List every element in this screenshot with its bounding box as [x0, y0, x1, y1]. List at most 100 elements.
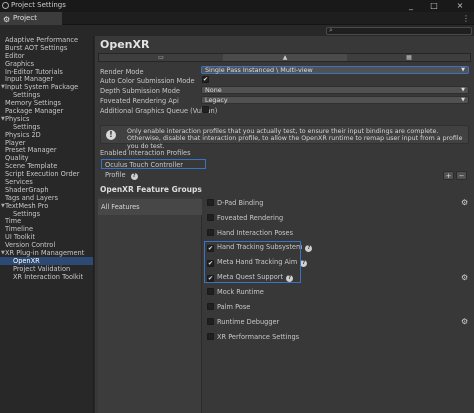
- sidebar-item-label: Version Control: [5, 241, 56, 250]
- feature-checkbox[interactable]: [207, 333, 214, 341]
- sidebar-item-in-editor-tutorials[interactable]: In-Editor Tutorials: [0, 68, 93, 76]
- sidebar-item-memory-settings[interactable]: Memory Settings: [0, 99, 93, 107]
- sidebar-item-script-execution-order[interactable]: Script Execution Order: [0, 170, 93, 178]
- sidebar-item-xr-plug-in-management[interactable]: ▼ XR Plug-in Management: [0, 249, 93, 257]
- chevron-down-icon: ▼: [461, 97, 465, 103]
- sidebar-item-label: Project Validation: [13, 264, 71, 273]
- depth-submission-value: None: [205, 86, 222, 94]
- platform-tabs: ▭ ▲ ▦: [98, 53, 471, 62]
- graphics-queue-label: Additional Graphics Queue (Vulkan): [100, 107, 218, 115]
- sidebar-item-label: Tags and Layers: [5, 193, 59, 202]
- sidebar-item-label: Adaptive Performance: [5, 36, 79, 44]
- maximize-button[interactable]: □: [425, 0, 443, 12]
- sidebar-item-ui-toolkit[interactable]: UI Toolkit: [0, 233, 93, 241]
- sidebar-item-label: Editor: [5, 51, 25, 60]
- feature-settings-gear-icon[interactable]: ⚙: [461, 317, 468, 326]
- help-icon[interactable]: ?: [300, 259, 308, 267]
- sidebar-item-scene-template[interactable]: Scene Template: [0, 162, 93, 170]
- sidebar-item-settings[interactable]: Settings: [0, 91, 93, 99]
- expand-arrow-icon[interactable]: ▼: [1, 202, 5, 210]
- sidebar-item-adaptive-performance[interactable]: Adaptive Performance: [0, 36, 93, 44]
- feature-label: Runtime Debugger: [217, 318, 280, 327]
- sidebar-item-shadergraph[interactable]: ShaderGraph: [0, 186, 93, 194]
- sidebar-item-editor[interactable]: Editor: [0, 52, 93, 60]
- page-title: OpenXR: [100, 38, 150, 51]
- sidebar-item-label: Physics: [5, 114, 30, 123]
- expand-arrow-icon[interactable]: ▼: [1, 115, 5, 123]
- platform-tab-android[interactable]: ▲: [223, 54, 347, 61]
- help-icon[interactable]: ?: [130, 173, 138, 180]
- sidebar-item-preset-manager[interactable]: Preset Manager: [0, 146, 93, 154]
- feature-checkbox[interactable]: [207, 318, 214, 326]
- sidebar-item-openxr[interactable]: OpenXR: [0, 256, 93, 265]
- feature-row-foveated-rendering: Foveated Rendering: [207, 213, 283, 222]
- sidebar-item-version-control[interactable]: Version Control: [0, 241, 93, 249]
- sidebar-item-settings[interactable]: Settings: [0, 123, 93, 131]
- feature-row-hand-interaction-poses: Hand Interaction Poses: [207, 228, 293, 237]
- search-input[interactable]: [336, 28, 466, 34]
- feature-group-all[interactable]: All Features: [98, 199, 202, 215]
- add-profile-button[interactable]: +: [443, 171, 454, 180]
- sidebar-item-quality[interactable]: Quality: [0, 154, 93, 162]
- graphics-queue-checkbox[interactable]: [202, 106, 209, 113]
- window-title: Project Settings: [11, 1, 66, 9]
- highlight-box: [204, 241, 301, 283]
- interaction-profile-label: Oculus Touch Controller Profile: [105, 161, 183, 179]
- search-box[interactable]: ⌕: [326, 26, 472, 35]
- expand-arrow-icon[interactable]: ▼: [1, 83, 5, 91]
- render-mode-dropdown[interactable]: Single Pass Instanced \ Multi-view ▼: [201, 66, 469, 74]
- sidebar-item-label: Script Execution Order: [5, 170, 80, 179]
- remove-profile-button[interactable]: −: [456, 171, 467, 180]
- sidebar-item-input-manager[interactable]: Input Manager: [0, 75, 93, 83]
- auto-color-submission-checkbox[interactable]: ✔: [202, 76, 209, 83]
- sidebar-item-textmesh-pro[interactable]: ▼ TextMesh Pro: [0, 202, 93, 210]
- depth-submission-dropdown[interactable]: None ▼: [201, 86, 469, 94]
- sidebar-item-physics[interactable]: ▼ Physics: [0, 115, 93, 123]
- sidebar-item-physics-2d[interactable]: Physics 2D: [0, 131, 93, 139]
- feature-settings-gear-icon[interactable]: ⚙: [461, 198, 468, 207]
- feature-checkbox[interactable]: [207, 288, 214, 296]
- feature-checkbox[interactable]: [207, 213, 214, 221]
- expand-arrow-icon[interactable]: ▼: [1, 249, 5, 257]
- feature-row-mock-runtime: Mock Runtime: [207, 287, 264, 296]
- feature-groups-list: All Features: [98, 197, 202, 413]
- feature-settings-gear-icon[interactable]: ⚙: [461, 273, 468, 282]
- sidebar-item-input-system-package[interactable]: ▼ Input System Package: [0, 83, 93, 91]
- render-mode-label: Render Mode: [100, 68, 144, 76]
- tab-project-settings[interactable]: ⚙ Project Settings: [0, 12, 62, 35]
- close-button[interactable]: ×: [451, 0, 469, 12]
- sidebar-item-project-validation[interactable]: Project Validation: [0, 265, 93, 273]
- sidebar-item-burst-aot-settings[interactable]: Burst AOT Settings: [0, 44, 93, 52]
- sidebar-item-player[interactable]: Player: [0, 139, 93, 147]
- sidebar-item-label: Settings: [13, 209, 41, 218]
- sidebar-item-label: Input Manager: [5, 75, 54, 84]
- feature-label: D-Pad Binding: [217, 199, 264, 207]
- platform-tab-universal-windows[interactable]: ▦: [347, 54, 471, 61]
- help-icon[interactable]: ?: [305, 244, 313, 252]
- sidebar-item-label: Settings: [13, 91, 41, 100]
- sidebar-item-tags-and-layers[interactable]: Tags and Layers: [0, 194, 93, 202]
- feature-checkbox[interactable]: [207, 199, 214, 206]
- feature-checkbox[interactable]: [207, 303, 214, 311]
- foveated-api-dropdown[interactable]: Legacy ▼: [201, 96, 469, 104]
- feature-checkbox[interactable]: [207, 228, 214, 236]
- minimize-button[interactable]: _: [402, 0, 420, 12]
- sidebar-item-label: XR Plug-in Management: [5, 249, 85, 258]
- interaction-profile-item[interactable]: Oculus Touch Controller Profile ?: [101, 159, 206, 180]
- sidebar-item-time[interactable]: Time: [0, 217, 93, 225]
- sidebar-item-label: Time: [5, 217, 22, 226]
- sidebar-item-label: Physics 2D: [5, 130, 41, 139]
- feature-row-d-pad-binding: D-Pad Binding: [207, 198, 263, 207]
- sidebar-item-timeline[interactable]: Timeline: [0, 225, 93, 233]
- sidebar-item-package-manager[interactable]: Package Manager: [0, 107, 93, 115]
- sidebar-item-settings[interactable]: Settings: [0, 210, 93, 218]
- sidebar-item-services[interactable]: Services: [0, 178, 93, 186]
- feature-row-runtime-debugger: Runtime Debugger: [207, 317, 279, 326]
- feature-label: Palm Pose: [217, 303, 251, 312]
- sidebar-item-label: OpenXR: [13, 256, 40, 265]
- platform-tab-desktop[interactable]: ▭: [99, 54, 223, 61]
- sidebar-item-label: Scene Template: [5, 162, 58, 171]
- tab-menu-icon[interactable]: ⋮: [462, 12, 470, 25]
- sidebar-item-graphics[interactable]: Graphics: [0, 60, 93, 68]
- sidebar-item-xr-interaction-toolkit[interactable]: XR Interaction Toolkit: [0, 273, 93, 281]
